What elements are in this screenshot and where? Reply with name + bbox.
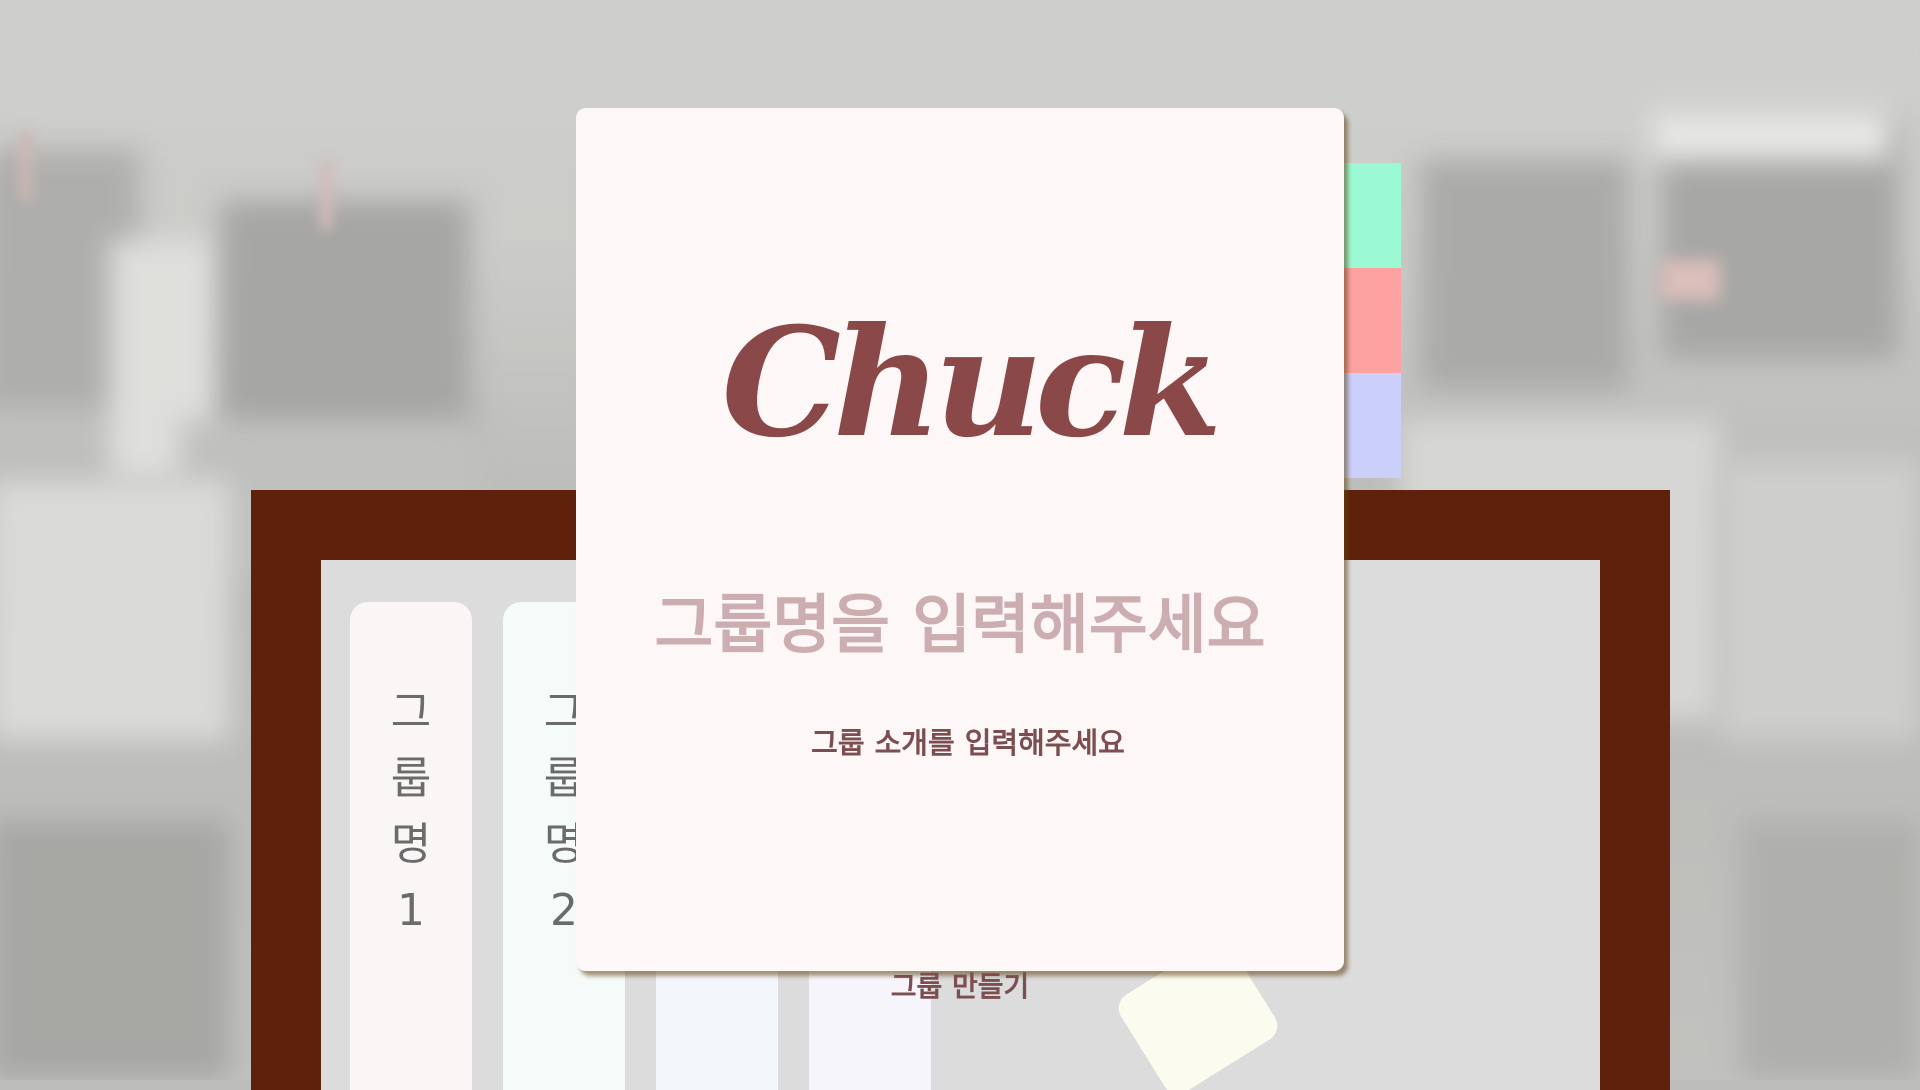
group-book-title: 그룹명1 bbox=[390, 687, 432, 936]
group-intro-input[interactable] bbox=[684, 718, 1252, 768]
create-group-button[interactable]: 그룹 만들기 bbox=[875, 959, 1046, 1011]
chuck-logo: Chuck bbox=[721, 295, 1223, 471]
group-name-input[interactable] bbox=[616, 576, 1304, 676]
create-group-modal: Chuck 그룹 만들기 bbox=[576, 108, 1344, 1003]
group-book-1[interactable]: 그룹명1 bbox=[350, 602, 472, 1090]
